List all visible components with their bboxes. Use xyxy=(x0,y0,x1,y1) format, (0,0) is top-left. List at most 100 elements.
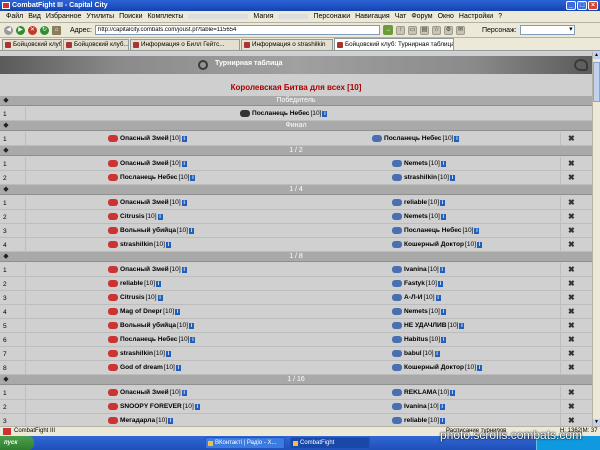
player-right[interactable]: babul [10] i xyxy=(392,350,440,357)
player-name[interactable]: НЕ УДАЧЛИВ xyxy=(404,322,446,329)
go-icon[interactable]: → xyxy=(382,25,393,35)
player-name[interactable]: reliable xyxy=(120,280,143,287)
player-name[interactable]: Habitus xyxy=(404,336,428,343)
player-name[interactable]: Nemets xyxy=(404,213,428,220)
info-icon[interactable]: i xyxy=(190,336,196,343)
crossed-swords-icon[interactable]: ✖ xyxy=(568,403,576,411)
info-icon[interactable]: i xyxy=(477,364,483,371)
menu-help[interactable]: ? xyxy=(498,13,502,20)
player-right[interactable]: strashilkin [10] i xyxy=(392,174,455,181)
home-icon[interactable]: ⌂ xyxy=(52,25,61,35)
info-icon[interactable]: i xyxy=(175,308,181,315)
info-icon[interactable]: i xyxy=(449,389,455,396)
player-name[interactable]: reliable xyxy=(404,199,427,206)
player-left[interactable]: Citrusis [10] i xyxy=(108,213,163,220)
player-left[interactable]: SNOOPY FOREVER [10] i xyxy=(108,403,200,410)
player-right[interactable]: НЕ УДАЧЛИВ [10] i xyxy=(392,322,465,329)
info-icon[interactable]: i xyxy=(440,199,446,206)
info-icon[interactable]: i xyxy=(474,227,480,234)
player-left[interactable]: Citrusis [10] i xyxy=(108,294,163,301)
crossed-swords-icon[interactable]: ✖ xyxy=(568,417,576,425)
player-name[interactable]: REKLAMA xyxy=(404,389,437,396)
info-icon[interactable]: i xyxy=(322,110,328,117)
player-name[interactable]: Опасный Змей xyxy=(120,160,169,167)
player-left[interactable]: Mag of Dnepr [10] i xyxy=(108,308,181,315)
player-name[interactable]: Вольный убийца xyxy=(120,322,176,329)
player-name[interactable]: Посланець Небес xyxy=(404,227,461,234)
player-name[interactable]: Mag of Dnepr xyxy=(120,308,162,315)
player-name[interactable]: Кошерный Доктор xyxy=(404,241,464,248)
scroll-thumb[interactable] xyxy=(593,62,600,102)
minimize-button[interactable]: _ xyxy=(566,1,576,10)
info-icon[interactable]: i xyxy=(165,241,171,248)
player-right[interactable]: А-Л-И [10] i xyxy=(392,294,441,301)
player-right[interactable]: Ivanina [10] i xyxy=(392,403,445,410)
info-icon[interactable]: i xyxy=(181,199,187,206)
persona-select[interactable] xyxy=(519,25,575,35)
player-left[interactable]: Опасный Змей [10] i xyxy=(108,160,187,167)
player-left[interactable]: Опасный Змей [10] i xyxy=(108,199,187,206)
info-icon[interactable]: i xyxy=(168,417,174,424)
player-right[interactable]: Кошерный Доктор [10] i xyxy=(392,364,483,371)
close-button[interactable]: × xyxy=(588,1,598,10)
info-icon[interactable]: i xyxy=(440,213,446,220)
menu-file[interactable]: Файл xyxy=(6,13,23,20)
info-icon[interactable]: i xyxy=(439,403,445,410)
info-icon[interactable]: i xyxy=(194,403,200,410)
player-name[interactable]: Опасный Змей xyxy=(120,135,169,142)
info-icon[interactable]: i xyxy=(434,350,440,357)
player-right[interactable]: REKLAMA [10] i xyxy=(392,389,455,396)
menu-kits[interactable]: Комплекты xyxy=(147,13,183,20)
player-right[interactable]: Посланець Небес [10] i xyxy=(392,227,480,234)
player-name[interactable]: Мегадарла xyxy=(120,417,155,424)
crossed-swords-icon[interactable]: ✖ xyxy=(568,174,576,182)
maximize-button[interactable]: □ xyxy=(577,1,587,10)
crossed-swords-icon[interactable]: ✖ xyxy=(568,350,576,358)
forward-arrow-icon[interactable]: ▶ xyxy=(16,25,25,35)
mail-icon[interactable]: ✉ xyxy=(455,25,465,35)
info-icon[interactable]: i xyxy=(440,308,446,315)
player-name[interactable]: God of dream xyxy=(120,364,163,371)
info-icon[interactable]: i xyxy=(165,350,171,357)
info-icon[interactable]: i xyxy=(189,322,195,329)
crossed-swords-icon[interactable]: ✖ xyxy=(568,266,576,274)
menu-search[interactable]: Поиски xyxy=(119,13,142,20)
favorites-star-icon[interactable]: ☆ xyxy=(431,25,441,35)
menu-forum[interactable]: Форум xyxy=(411,13,432,20)
menu-view[interactable]: Вид xyxy=(28,13,41,20)
info-icon[interactable]: i xyxy=(175,364,181,371)
player-name[interactable]: Посланець Небес xyxy=(252,110,309,117)
player-right[interactable]: reliable [10] i xyxy=(392,417,446,424)
player-right[interactable]: Ivanina [10] i xyxy=(392,266,445,273)
player-name[interactable]: Опасный Змей xyxy=(120,199,169,206)
menu-characters[interactable]: Персонажи xyxy=(313,13,350,20)
info-icon[interactable]: i xyxy=(441,336,447,343)
info-icon[interactable]: i xyxy=(459,322,465,329)
info-icon[interactable]: i xyxy=(181,135,187,142)
player-name[interactable]: А-Л-И xyxy=(404,294,423,301)
player-right[interactable]: Habitus [10] i xyxy=(392,336,447,343)
player-left[interactable]: Вольный убийца [10] i xyxy=(108,322,195,329)
player-left[interactable]: God of dream [10] i xyxy=(108,364,181,371)
menu-favorites[interactable]: Избранное xyxy=(46,13,81,20)
info-icon[interactable]: i xyxy=(190,174,196,181)
menu-window[interactable]: Окно xyxy=(438,13,454,20)
crossed-swords-icon[interactable]: ✖ xyxy=(568,199,576,207)
tab-4[interactable]: Информация о strashilkin xyxy=(241,39,333,50)
print-icon[interactable]: ▤ xyxy=(419,25,429,35)
player-name[interactable]: Citrusis xyxy=(120,294,145,301)
player-name[interactable]: Ivanina xyxy=(404,403,427,410)
crossed-swords-icon[interactable]: ✖ xyxy=(568,241,576,249)
player-right[interactable]: Nemets [10] i xyxy=(392,308,446,315)
player-left[interactable]: Опасный Змей [10] i xyxy=(108,135,187,142)
info-icon[interactable]: i xyxy=(477,241,483,248)
crossed-swords-icon[interactable]: ✖ xyxy=(568,322,576,330)
taskbar-item-radio[interactable]: ВКонтакті | Радіо - Х... xyxy=(205,437,285,449)
player-name[interactable]: Fastyk xyxy=(404,280,425,287)
tab-3[interactable]: Информация о Билл Гейтс... xyxy=(130,39,240,50)
player-left[interactable]: reliable [10] i xyxy=(108,280,162,287)
info-icon[interactable]: i xyxy=(189,227,195,234)
stop-icon[interactable]: ✕ xyxy=(28,25,37,35)
player-name[interactable]: Опасный Змей xyxy=(120,266,169,273)
crossed-swords-icon[interactable]: ✖ xyxy=(568,294,576,302)
